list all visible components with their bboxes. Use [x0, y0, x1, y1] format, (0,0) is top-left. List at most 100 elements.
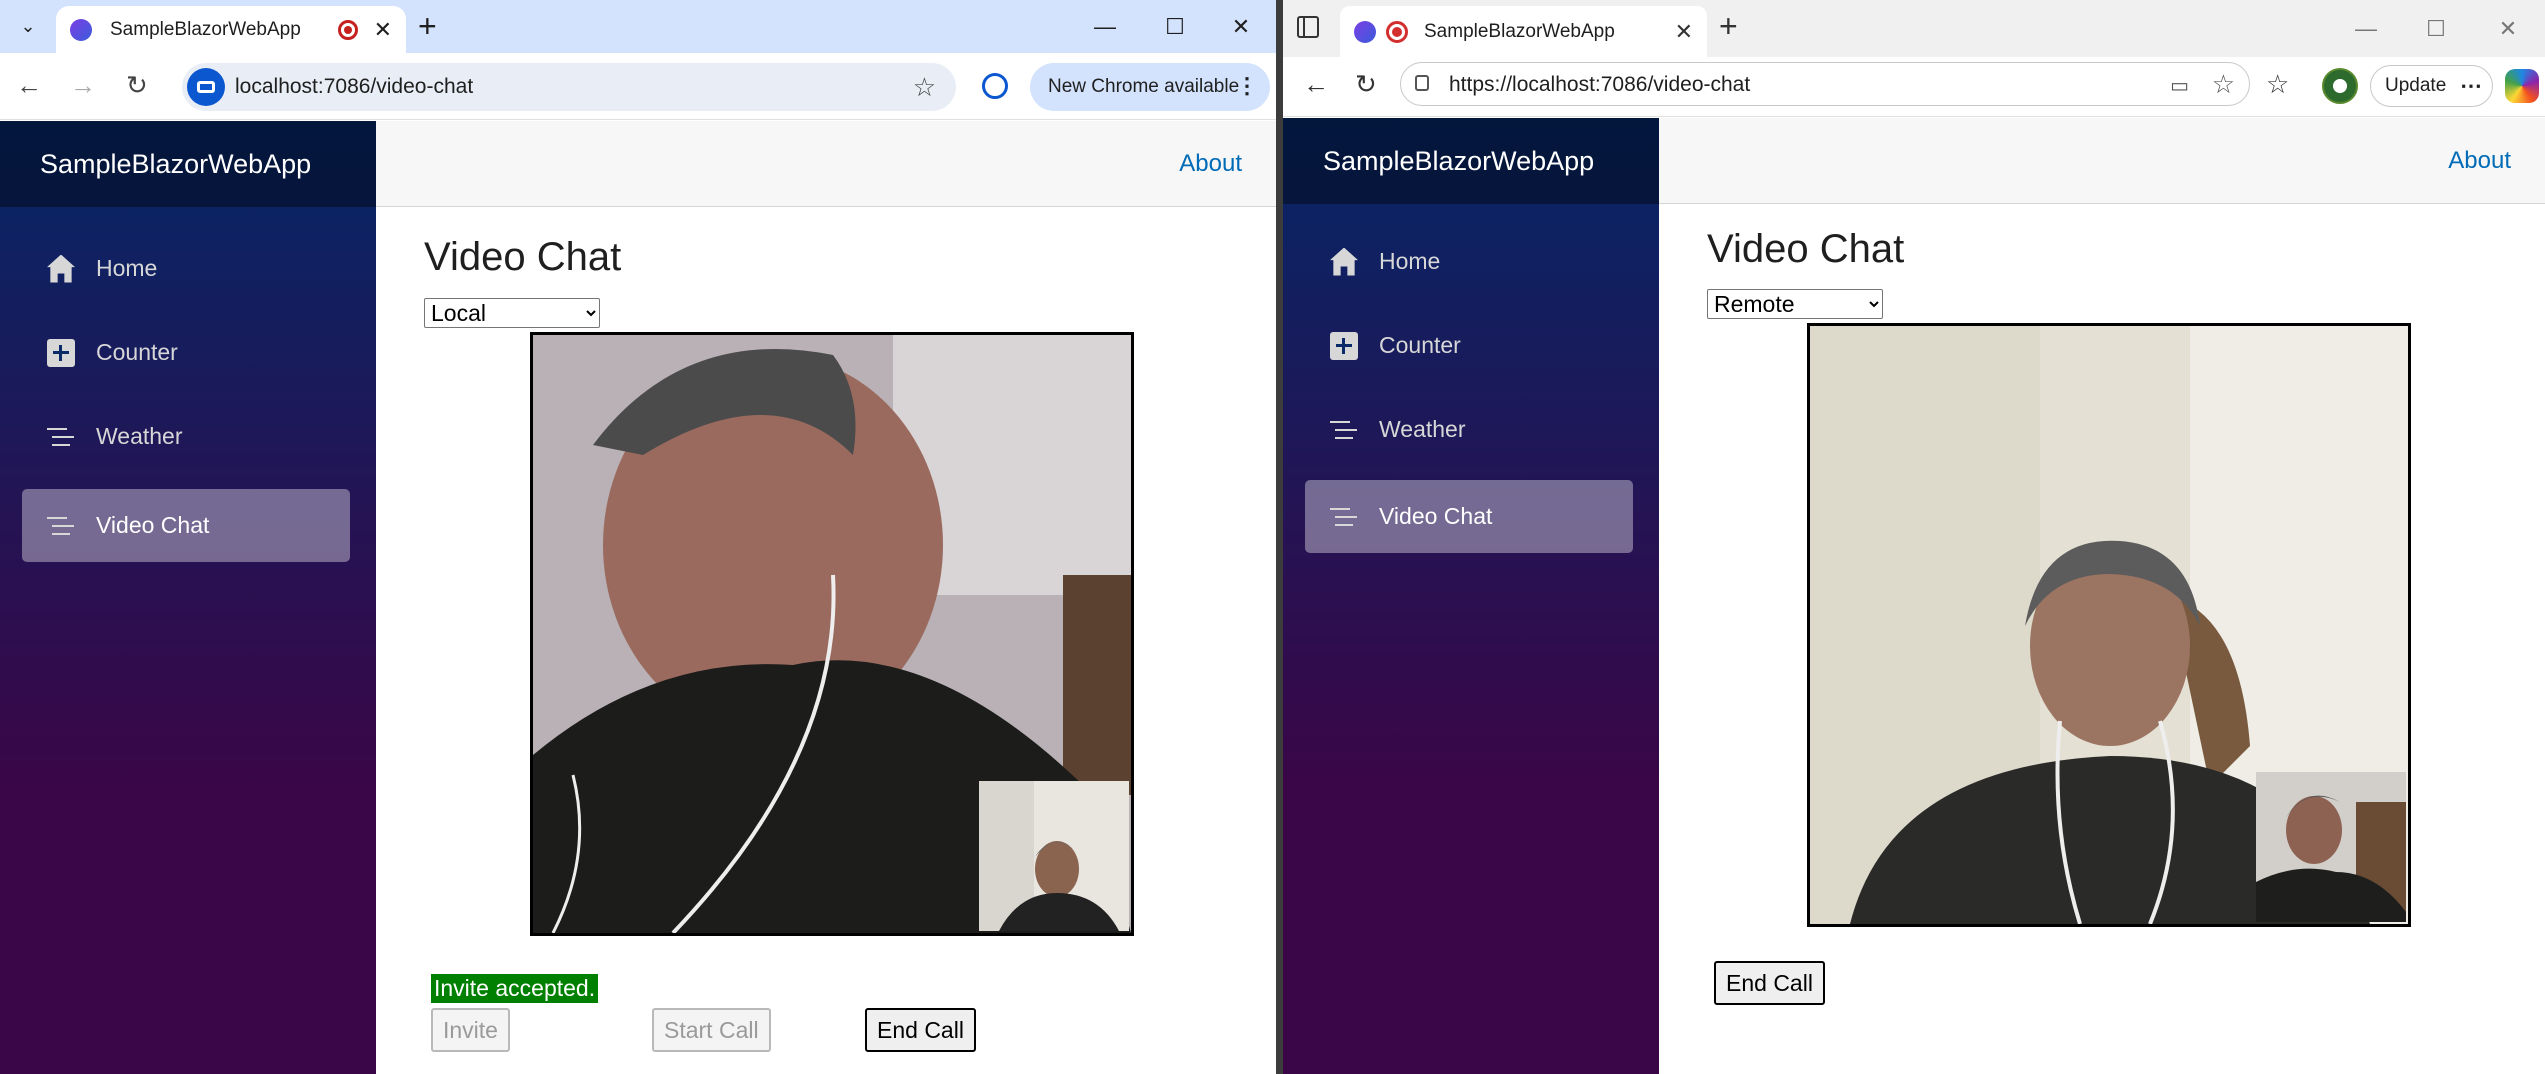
reload-icon[interactable]: ↻: [1355, 69, 1377, 100]
invite-button[interactable]: Invite: [431, 1008, 510, 1052]
recording-icon: [337, 19, 358, 40]
bookmark-star-icon[interactable]: ☆: [913, 72, 936, 103]
remote-pip-frame: [979, 781, 1129, 931]
page-title: Video Chat: [424, 235, 622, 279]
profile-icon[interactable]: [982, 73, 1008, 99]
tab-strip: ⌄ SampleBlazorWebApp ✕ + — ☐ ✕: [0, 0, 1276, 53]
browser-tab[interactable]: SampleBlazorWebApp ✕: [1340, 6, 1707, 57]
nav-item-home[interactable]: Home: [1305, 225, 1633, 298]
remote-pip-video: [979, 781, 1129, 931]
nav-item-counter[interactable]: Counter: [22, 316, 350, 389]
edge-window: SampleBlazorWebApp ✕ + — ☐ ✕ ← ↻ https:/…: [1283, 0, 2545, 1074]
end-call-button[interactable]: End Call: [1714, 961, 1825, 1005]
blazor-favicon-icon: [1354, 20, 1376, 43]
browser-toolbar: ← → ↻ localhost:7086/video-chat ☆ New Ch…: [0, 53, 1276, 120]
minimize-button[interactable]: —: [2331, 4, 2401, 54]
window-divider: [1276, 0, 1283, 1074]
tab-search-button[interactable]: ⌄: [13, 11, 43, 41]
nav-label: Video Chat: [1379, 503, 1493, 529]
favorites-icon[interactable]: ☆: [2266, 69, 2289, 100]
camera-in-use-icon[interactable]: ▭: [2170, 73, 2189, 98]
tab-strip: SampleBlazorWebApp ✕ + — ☐ ✕: [1283, 0, 2545, 57]
chevron-down-icon: ⌄: [20, 15, 36, 36]
blazor-app: SampleBlazorWebApp Home Counter Weather …: [1283, 118, 2545, 1074]
nav-item-weather[interactable]: Weather: [22, 400, 350, 473]
back-icon[interactable]: ←: [16, 70, 42, 101]
list-icon: [46, 511, 76, 541]
menu-dots-icon[interactable]: ⋯: [2460, 73, 2482, 99]
address-bar[interactable]: localhost:7086/video-chat ☆: [182, 63, 956, 111]
new-tab-button[interactable]: +: [1719, 8, 1738, 45]
end-call-button[interactable]: End Call: [865, 1008, 976, 1052]
update-edge-button[interactable]: Update ⋯: [2370, 65, 2493, 107]
address-bar[interactable]: https://localhost:7086/video-chat ▭ ☆: [1400, 62, 2250, 106]
back-icon[interactable]: ←: [1303, 69, 1329, 100]
close-tab-icon[interactable]: ✕: [1675, 19, 1693, 45]
nav-label: Video Chat: [96, 512, 210, 538]
close-window-button[interactable]: ✕: [2473, 4, 2543, 54]
remote-video: [1807, 323, 2411, 927]
home-icon: [46, 254, 76, 284]
nav-item-video-chat[interactable]: Video Chat: [22, 489, 350, 562]
url-text: localhost:7086/video-chat: [235, 75, 474, 98]
list-icon: [1329, 415, 1359, 445]
page-content: Video Chat Local Invite accepted. Invite…: [424, 121, 1276, 1074]
maximize-button[interactable]: ☐: [1140, 0, 1210, 53]
tab-actions-icon[interactable]: [1297, 16, 1319, 38]
update-edge-label: Update: [2385, 75, 2447, 96]
recording-icon: [1386, 20, 1408, 43]
blazor-favicon-icon: [70, 18, 92, 41]
nav-label: Home: [1379, 248, 1441, 274]
nav-item-video-chat[interactable]: Video Chat: [1305, 480, 1633, 553]
forward-icon[interactable]: →: [70, 70, 96, 101]
nav-item-weather[interactable]: Weather: [1305, 393, 1633, 466]
copilot-icon[interactable]: [2505, 69, 2539, 103]
page-title: Video Chat: [1707, 227, 1905, 271]
start-call-button[interactable]: Start Call: [652, 1008, 771, 1052]
new-tab-button[interactable]: +: [418, 8, 437, 45]
nav-label: Home: [96, 255, 158, 281]
bookmark-star-icon[interactable]: ☆: [2212, 69, 2235, 100]
close-window-button[interactable]: ✕: [1206, 0, 1276, 53]
reload-icon[interactable]: ↻: [126, 70, 148, 101]
nav-label: Counter: [96, 339, 178, 365]
avatar[interactable]: [2322, 68, 2358, 104]
local-pip-frame: [2256, 772, 2406, 922]
sidebar: SampleBlazorWebApp Home Counter Weather …: [0, 121, 376, 1074]
home-icon: [1329, 247, 1359, 277]
menu-dots-icon[interactable]: ⋮: [1236, 73, 1258, 99]
app-brand[interactable]: SampleBlazorWebApp: [1283, 118, 1659, 204]
browser-toolbar: ← ↻ https://localhost:7086/video-chat ▭ …: [1283, 57, 2545, 117]
minimize-button[interactable]: —: [1070, 0, 1140, 53]
sidebar: SampleBlazorWebApp Home Counter Weather …: [1283, 118, 1659, 1074]
update-chrome-button[interactable]: New Chrome available ⋮: [1030, 63, 1270, 111]
list-icon: [46, 422, 76, 452]
tab-title: SampleBlazorWebApp: [110, 18, 301, 40]
plus-square-icon: [46, 338, 76, 368]
main-area: About Video Chat Remote End Call: [1659, 118, 2545, 1074]
chrome-window: ⌄ SampleBlazorWebApp ✕ + — ☐ ✕ ← → ↻ loc…: [0, 0, 1276, 1074]
browser-tab[interactable]: SampleBlazorWebApp ✕: [56, 6, 406, 53]
app-brand[interactable]: SampleBlazorWebApp: [0, 121, 376, 207]
nav-label: Counter: [1379, 332, 1461, 358]
mode-select[interactable]: Local: [424, 298, 600, 328]
mode-select[interactable]: Remote: [1707, 289, 1883, 319]
camera-in-use-icon[interactable]: [187, 68, 225, 106]
main-area: About Video Chat Local Invite accepted. …: [376, 121, 1276, 1074]
blazor-app: SampleBlazorWebApp Home Counter Weather …: [0, 121, 1276, 1074]
url-text: https://localhost:7086/video-chat: [1449, 73, 1751, 96]
page-content: Video Chat Remote End Call: [1707, 118, 2545, 1074]
nav-item-home[interactable]: Home: [22, 232, 350, 305]
update-chrome-label: New Chrome available: [1048, 76, 1240, 97]
nav-item-counter[interactable]: Counter: [1305, 309, 1633, 382]
maximize-button[interactable]: ☐: [2401, 4, 2471, 54]
close-tab-icon[interactable]: ✕: [374, 17, 392, 43]
lock-icon[interactable]: [1415, 75, 1429, 91]
local-pip-video: [2256, 772, 2406, 922]
local-video: [530, 332, 1134, 936]
nav-label: Weather: [96, 423, 183, 449]
tab-title: SampleBlazorWebApp: [1424, 20, 1615, 42]
nav-label: Weather: [1379, 416, 1466, 442]
plus-square-icon: [1329, 331, 1359, 361]
status-message: Invite accepted.: [431, 974, 599, 1003]
